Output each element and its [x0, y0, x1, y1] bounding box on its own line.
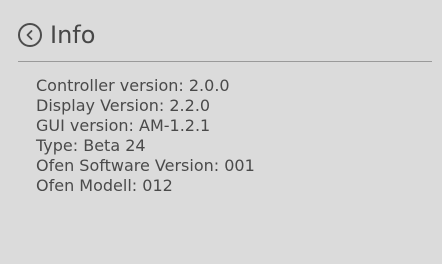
device-type: Type: Beta 24: [36, 136, 146, 155]
info-list: Controller version: 2.0.0 Display Versio…: [36, 76, 255, 196]
display-version: Display Version: 2.2.0: [36, 96, 211, 115]
back-button[interactable]: [18, 23, 42, 47]
oven-model: Ofen Modell: 012: [36, 176, 173, 195]
page-title: Info: [50, 21, 96, 49]
oven-software-version: Ofen Software Version: 001: [36, 156, 255, 175]
gui-version: GUI version: AM-1.2.1: [36, 116, 211, 135]
controller-version: Controller version: 2.0.0: [36, 76, 230, 95]
info-screen: Info Controller version: 2.0.0 Display V…: [0, 0, 442, 264]
chevron-left-icon: [25, 29, 35, 41]
divider: [18, 61, 432, 62]
header: Info: [18, 18, 95, 52]
